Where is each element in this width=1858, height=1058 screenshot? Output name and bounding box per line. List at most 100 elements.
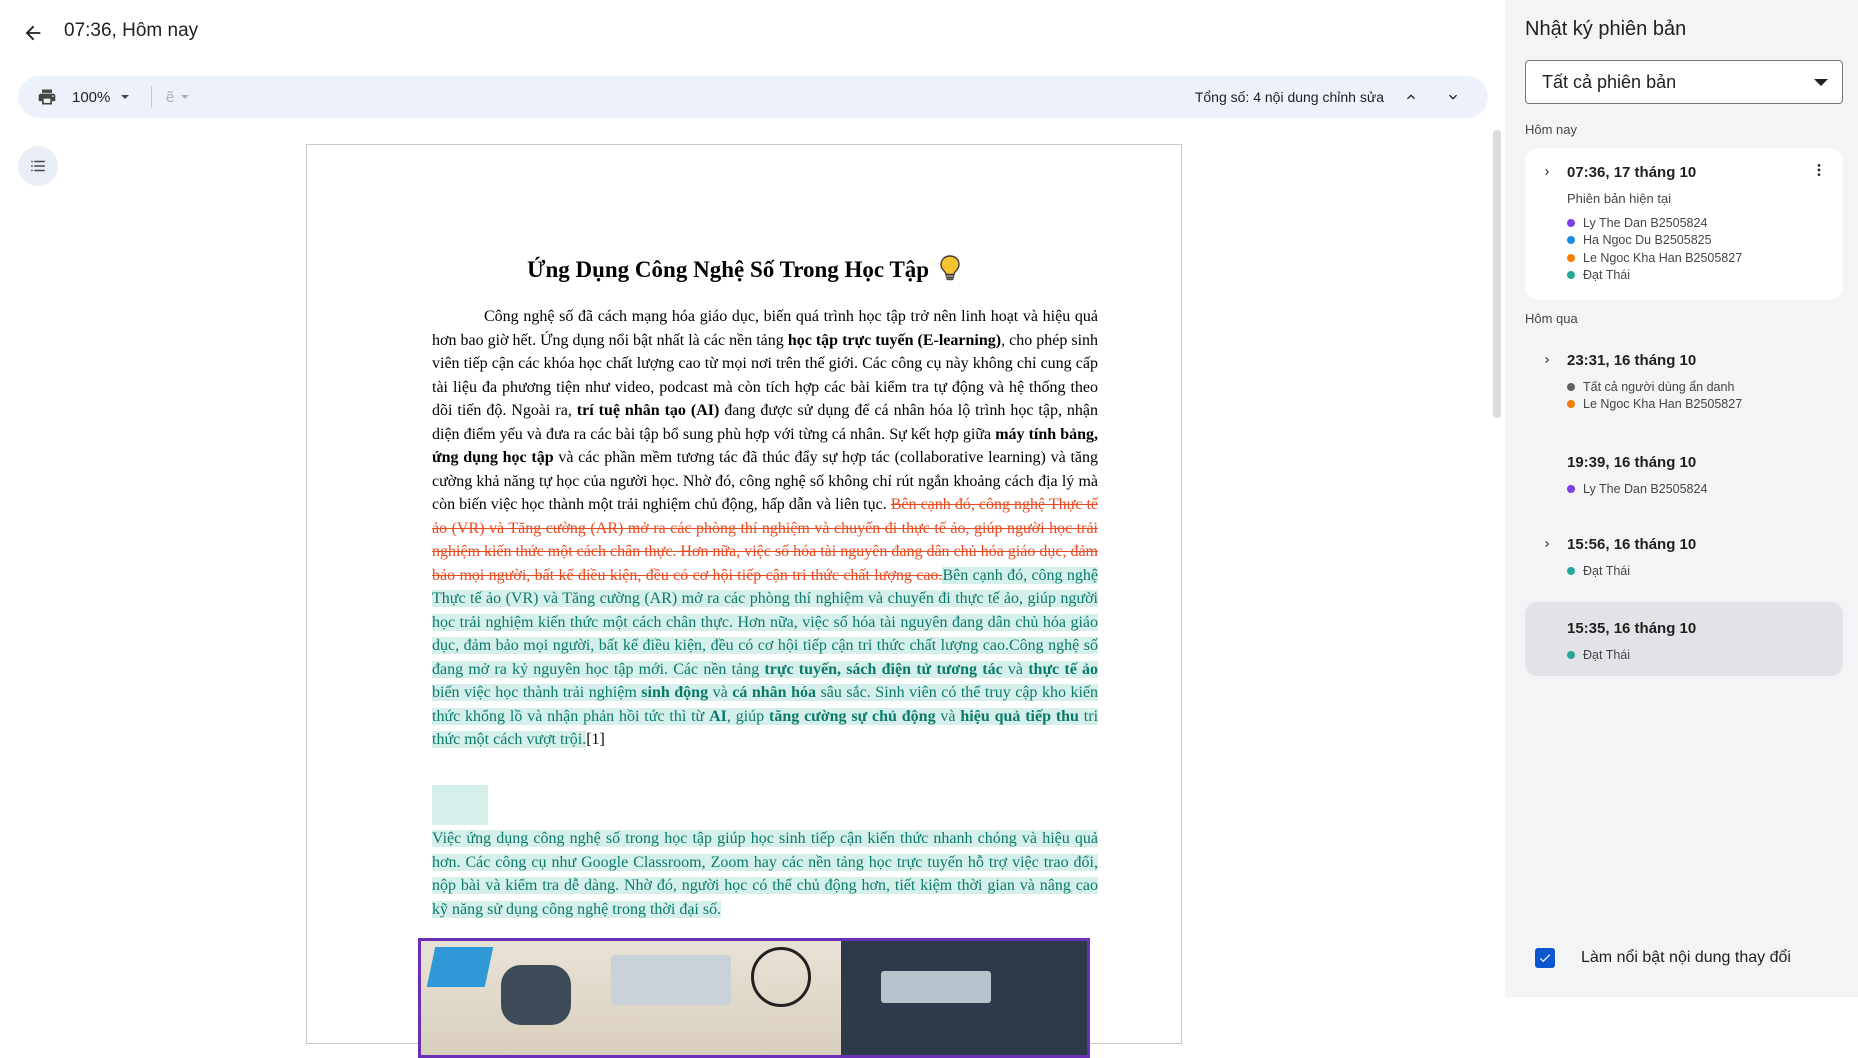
image-device [611,955,731,1005]
editor-color-dot [1567,484,1575,493]
version-item[interactable]: 19:39, 16 tháng 10 Ly The Dan B2505824 [1525,442,1843,510]
editor-color-dot [1567,218,1575,227]
chevron-right-icon[interactable] [1537,534,1557,554]
version-subtitle: Phiên bản hiện tại [1567,191,1672,206]
editor-item: Tất cả người dùng ẩn danh [1567,378,1742,396]
editor-list: Đạt Thái [1567,562,1630,580]
version-item[interactable]: 23:31, 16 tháng 10 Tất cả người dùng ẩn … [1525,340,1843,430]
editor-name: Le Ngoc Kha Han B2505827 [1583,397,1743,412]
document-page: Ứng Dụng Công Nghệ Số Trong Học Tập Công… [306,144,1182,1058]
version-history-panel: Nhật ký phiên bản Tất cả phiên bản Hôm n… [1505,0,1858,997]
image-earphones [751,947,811,1007]
inserted-text: biến việc học thành trải nghiệm [432,684,642,701]
paragraph-1: Công nghệ số đã cách mạng hóa giáo dục, … [432,305,1099,752]
version-item-selected[interactable]: 15:35, 16 tháng 10 Đạt Thái [1525,602,1843,676]
editor-item: Ly The Dan B2505824 [1567,214,1742,232]
editor-list: Ly The Dan B2505824 Ha Ngoc Du B2505825 … [1567,214,1742,284]
version-time: 15:35, 16 tháng 10 [1567,620,1697,637]
chevron-down-icon [1449,94,1457,100]
zoom-value: 100% [72,88,111,106]
inserted-text: tăng cường sự chủ động [769,707,936,725]
list-icon [31,160,45,172]
editor-list: Tất cả người dùng ẩn danh Le Ngoc Kha Ha… [1567,378,1742,413]
inserted-text: AI [709,707,727,725]
version-item[interactable]: 15:56, 16 tháng 10 Đạt Thái [1525,524,1843,592]
inserted-text: và [935,707,961,725]
zoom-select[interactable]: 100% [72,84,130,110]
editor-item: Đạt Thái [1567,646,1630,664]
chevron-right-icon[interactable] [1537,162,1557,182]
version-item-current[interactable]: 07:36, 17 tháng 10 Phiên bản hiện tại Ly… [1525,148,1843,300]
comment-reference[interactable]: [1] [586,731,605,748]
editor-color-dot [1567,253,1575,262]
toolbar-divider [151,86,152,108]
highlight-changes-checkbox[interactable] [1535,948,1555,968]
checkmark-icon [1539,954,1551,963]
inserted-text: và [1002,660,1029,678]
editor-name: Le Ngoc Kha Han B2505827 [1583,250,1743,265]
inserted-text: hiệu quả tiếp thu [960,707,1079,725]
editor-item: Ha Ngoc Du B2505825 [1567,232,1742,250]
more-vert-icon[interactable] [1809,160,1829,180]
editor-item: Đạt Thái [1567,267,1742,285]
image-notebook [426,947,494,987]
next-edit-button[interactable] [1440,84,1466,110]
editor-item: Le Ngoc Kha Han B2505827 [1567,249,1742,267]
document-image[interactable] [418,938,1090,1058]
inserted-text: cá nhân hóa [732,684,816,701]
editor-color-dot [1567,382,1575,391]
editor-name: Ha Ngoc Du B2505825 [1583,233,1712,248]
chevron-down-icon [120,89,130,106]
previous-edit-button[interactable] [1398,84,1424,110]
version-time: 07:36, 17 tháng 10 [1567,164,1697,181]
editor-color-dot [1567,271,1575,280]
editor-name: Đạt Thái [1583,647,1631,662]
inserted-text: thực tế ảo [1028,660,1099,678]
editor-name: Ly The Dan B2505824 [1583,215,1708,230]
inserted-text: trực tuyến, sách điện tử tương tác [764,660,1003,678]
group-label-today: Hôm nay [1525,122,1578,137]
dropdown-arrow-icon [1814,79,1828,86]
version-title: 07:36, Hôm nay [64,20,199,41]
chevron-up-icon [1407,94,1415,100]
inserted-blank-line [432,785,488,825]
version-time: 15:56, 16 tháng 10 [1567,536,1697,553]
highlight-changes-option[interactable]: Làm nổi bật nội dung thay đổi [1535,948,1791,968]
document-title: Ứng Dụng Công Nghệ Số Trong Học Tập [527,257,930,282]
editor-color-dot [1567,650,1575,659]
editor-name: Ly The Dan B2505824 [1583,481,1708,496]
editor-item: Le Ngoc Kha Han B2505827 [1567,396,1742,414]
edit-count: Tổng số: 4 nội dung chỉnh sửa [1194,89,1384,105]
editor-item: Ly The Dan B2505824 [1567,480,1707,498]
panel-title: Nhật ký phiên bản [1525,18,1687,40]
print-icon[interactable] [34,84,60,110]
editor-color-dot [1567,236,1575,245]
spellcheck-button[interactable]: ẽ [166,84,190,110]
inserted-text: Việc ứng dụng công nghệ số trong học tập… [432,830,1098,918]
group-label-yesterday: Hôm qua [1525,311,1578,326]
paragraph-2: Việc ứng dụng công nghệ số trong học tập… [432,827,1098,921]
inserted-text: sinh động [641,684,709,701]
back-arrow-icon[interactable] [18,18,48,48]
document-heading: Ứng Dụng Công Nghệ Số Trong Học Tập [307,255,1181,287]
version-time: 19:39, 16 tháng 10 [1567,454,1697,471]
top-header: 07:36, Hôm nay [0,0,1505,68]
editor-list: Đạt Thái [1567,646,1630,664]
version-time: 23:31, 16 tháng 10 [1567,352,1697,369]
document-outline-button[interactable] [18,146,58,186]
toolbar: 100% ẽ Tổng số: 4 nội dung chỉnh sửa [18,76,1488,118]
spellcheck-icon: ẽ [166,88,175,106]
paragraph-text: học tập trực tuyến (E-learning) [787,331,1002,349]
paragraph-text: trí tuệ nhân tạo (AI) [576,402,720,419]
document-scrollbar[interactable] [1493,130,1501,418]
editor-name: Tất cả người dùng ẩn danh [1583,379,1735,394]
editor-name: Đạt Thái [1583,563,1631,578]
editor-color-dot [1567,400,1575,409]
lightbulb-icon [939,255,961,287]
chevron-down-icon [181,95,190,99]
image-laptop [881,971,991,1003]
inserted-text: , giúp [726,707,769,725]
editor-color-dot [1567,566,1575,575]
version-filter-select[interactable]: Tất cả phiên bản [1525,60,1843,104]
chevron-right-icon[interactable] [1537,350,1557,370]
